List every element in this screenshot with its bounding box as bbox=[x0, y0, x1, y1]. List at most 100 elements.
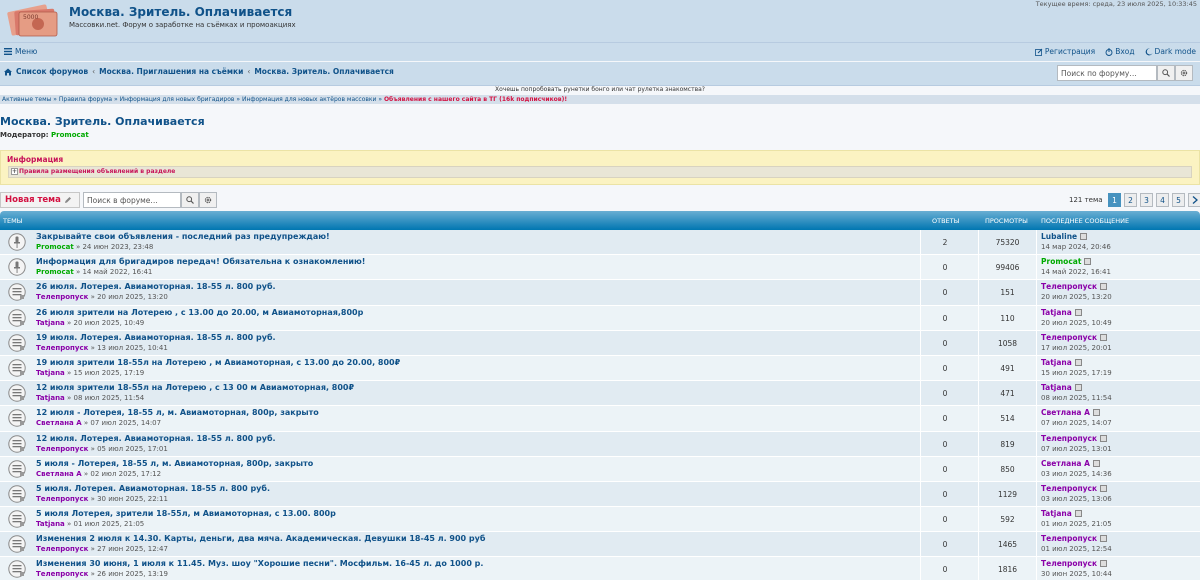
table-row[interactable]: 12 июля - Лотерея, 18-55 л, м. Авиамотор… bbox=[0, 406, 1200, 432]
topic-title[interactable]: 26 июля зрители на Лотерею , с 13.00 до … bbox=[36, 308, 363, 317]
topic-author[interactable]: Promocat bbox=[36, 243, 74, 251]
page-2[interactable]: 2 bbox=[1124, 193, 1137, 207]
breadcrumb-current[interactable]: Москва. Зритель. Оплачивается bbox=[254, 67, 394, 76]
page-title[interactable]: Москва. Зритель. Оплачивается bbox=[0, 115, 205, 128]
site-logo-icon[interactable]: 5000 bbox=[3, 2, 61, 40]
view-latest-post-icon[interactable] bbox=[1074, 358, 1082, 366]
quicklink-actor-info[interactable]: Информация для новых актёров массовки bbox=[242, 96, 377, 103]
table-row[interactable]: 26 июля зрители на Лотерею , с 13.00 до … bbox=[0, 305, 1200, 331]
table-row[interactable]: 5 июля Лотерея, зрители 18-55л, м Авиамо… bbox=[0, 507, 1200, 533]
view-latest-post-icon[interactable] bbox=[1074, 308, 1082, 316]
view-latest-post-icon[interactable] bbox=[1100, 333, 1108, 341]
topic-author[interactable]: Телепропуск bbox=[36, 545, 88, 553]
quicklink-telegram[interactable]: Объявления с нашего сайта в ТГ (16k подп… bbox=[384, 96, 567, 103]
last-post-author[interactable]: Светлана А bbox=[1041, 408, 1090, 417]
topic-title[interactable]: 26 июля. Лотерея. Авиамоторная. 18-55 л.… bbox=[36, 282, 276, 291]
forum-search-button[interactable] bbox=[181, 192, 199, 208]
last-post-author[interactable]: Телепропуск bbox=[1041, 434, 1097, 443]
quicklink-forum-rules[interactable]: Правила форума bbox=[59, 96, 112, 103]
last-post-author[interactable]: Lubaline bbox=[1041, 232, 1077, 241]
topic-title[interactable]: Изменения 30 июня, 1 июля к 11.45. Муз. … bbox=[36, 559, 483, 568]
page-4[interactable]: 4 bbox=[1156, 193, 1169, 207]
topic-title[interactable]: 12 июля - Лотерея, 18-55 л, м. Авиамотор… bbox=[36, 408, 319, 417]
topic-author[interactable]: Promocat bbox=[36, 268, 74, 276]
topic-read-icon[interactable] bbox=[8, 535, 26, 553]
topic-title[interactable]: 19 июля. Лотерея. Авиамоторная. 18-55 л.… bbox=[36, 333, 276, 342]
topic-read-icon[interactable] bbox=[8, 485, 26, 503]
topic-read-icon[interactable] bbox=[8, 384, 26, 402]
topic-author[interactable]: Tatjana bbox=[36, 394, 65, 402]
topic-title[interactable]: 5 июля. Лотерея. Авиамоторная. 18-55 л. … bbox=[36, 484, 270, 493]
table-row[interactable]: Информация для бригадиров передач! Обяза… bbox=[0, 255, 1200, 281]
last-post-author[interactable]: Tatjana bbox=[1041, 358, 1072, 367]
dark-mode-toggle[interactable]: Dark mode bbox=[1145, 47, 1196, 56]
topic-author[interactable]: Телепропуск bbox=[36, 445, 88, 453]
last-post-author[interactable]: Телепропуск bbox=[1041, 484, 1097, 493]
last-post-author[interactable]: Tatjana bbox=[1041, 308, 1072, 317]
view-latest-post-icon[interactable] bbox=[1080, 233, 1088, 240]
last-post-author[interactable]: Телепропуск bbox=[1041, 559, 1097, 568]
last-post-author[interactable]: Телепропуск bbox=[1041, 333, 1097, 342]
topic-read-icon[interactable] bbox=[8, 334, 26, 352]
topic-title[interactable]: 12 июля зрители 18-55л на Лотерею , с 13… bbox=[36, 383, 354, 392]
topic-title[interactable]: 12 июля. Лотерея. Авиамоторная. 18-55 л.… bbox=[36, 434, 276, 443]
table-row[interactable]: Изменения 2 июля к 14.30. Карты, деньги,… bbox=[0, 532, 1200, 558]
view-latest-post-icon[interactable] bbox=[1100, 484, 1108, 492]
topic-read-icon[interactable] bbox=[8, 560, 26, 579]
topic-author[interactable]: Телепропуск bbox=[36, 344, 88, 352]
page-3[interactable]: 3 bbox=[1140, 193, 1153, 207]
table-row[interactable]: Закрывайте свои объявления - последний р… bbox=[0, 230, 1200, 256]
topic-author[interactable]: Телепропуск bbox=[36, 570, 88, 578]
table-row[interactable]: 19 июля. Лотерея. Авиамоторная. 18-55 л.… bbox=[0, 330, 1200, 356]
site-search-input[interactable]: Поиск по форуму… bbox=[1057, 65, 1157, 81]
table-row[interactable]: 5 июля. Лотерея. Авиамоторная. 18-55 л. … bbox=[0, 481, 1200, 508]
topic-author[interactable]: Tatjana bbox=[36, 319, 65, 327]
sticky-topic-icon[interactable] bbox=[8, 233, 26, 251]
view-latest-post-icon[interactable] bbox=[1074, 510, 1082, 518]
forum-advanced-search-button[interactable] bbox=[199, 192, 217, 208]
sticky-topic-icon[interactable] bbox=[8, 258, 26, 276]
topic-read-icon[interactable] bbox=[8, 308, 26, 327]
table-row[interactable]: 19 июля зрители 18-55л на Лотерею , м Ав… bbox=[0, 355, 1200, 382]
page-1[interactable]: 1 bbox=[1108, 193, 1121, 207]
topic-author[interactable]: Телепропуск bbox=[36, 495, 88, 503]
table-row[interactable]: 12 июля зрители 18-55л на Лотерею , с 13… bbox=[0, 381, 1200, 407]
moderator-name[interactable]: Promocat bbox=[51, 131, 89, 139]
topic-read-icon[interactable] bbox=[8, 459, 26, 478]
last-post-author[interactable]: Promocat bbox=[1041, 257, 1081, 266]
last-post-author[interactable]: Tatjana bbox=[1041, 509, 1072, 518]
table-row[interactable]: 12 июля. Лотерея. Авиамоторная. 18-55 л.… bbox=[0, 431, 1200, 457]
site-search-button[interactable] bbox=[1157, 65, 1175, 81]
breadcrumb-invitations[interactable]: Москва. Приглашения на съёмки bbox=[99, 67, 243, 76]
topic-read-icon[interactable] bbox=[8, 409, 26, 428]
topic-author[interactable]: Телепропуск bbox=[36, 293, 88, 301]
table-row[interactable]: Изменения 30 июня, 1 июля к 11.45. Муз. … bbox=[0, 557, 1200, 580]
view-latest-post-icon[interactable] bbox=[1092, 409, 1100, 417]
login-link[interactable]: Вход bbox=[1105, 47, 1135, 56]
topic-read-icon[interactable] bbox=[8, 283, 26, 302]
topic-read-icon[interactable] bbox=[8, 510, 26, 528]
last-post-author[interactable]: Светлана А bbox=[1041, 459, 1090, 468]
view-latest-post-icon[interactable] bbox=[1084, 258, 1092, 266]
quicklink-active-topics[interactable]: Активные темы bbox=[2, 96, 51, 103]
forum-search-input[interactable]: Поиск в форуме… bbox=[83, 192, 181, 208]
breadcrumb-forum-index[interactable]: Список форумов bbox=[16, 67, 88, 76]
topic-title[interactable]: Изменения 2 июля к 14.30. Карты, деньги,… bbox=[36, 534, 485, 543]
topic-author[interactable]: Tatjana bbox=[36, 520, 65, 528]
advanced-search-button[interactable] bbox=[1175, 65, 1193, 81]
new-topic-button[interactable]: Новая тема bbox=[0, 192, 80, 208]
table-row[interactable]: 26 июля. Лотерея. Авиамоторная. 18-55 л.… bbox=[0, 280, 1200, 306]
topic-title[interactable]: Информация для бригадиров передач! Обяза… bbox=[36, 257, 365, 266]
page-5[interactable]: 5 bbox=[1172, 193, 1185, 207]
topic-read-icon[interactable] bbox=[8, 434, 26, 453]
last-post-author[interactable]: Tatjana bbox=[1041, 383, 1072, 392]
topic-read-icon[interactable] bbox=[8, 359, 26, 377]
last-post-author[interactable]: Телепропуск bbox=[1041, 282, 1097, 291]
topic-author[interactable]: Светлана А bbox=[36, 470, 82, 478]
site-title[interactable]: Москва. Зритель. Оплачивается bbox=[69, 5, 292, 19]
view-latest-post-icon[interactable] bbox=[1100, 283, 1108, 291]
topic-author[interactable]: Tatjana bbox=[36, 369, 65, 377]
topic-title[interactable]: 5 июля Лотерея, зрители 18-55л, м Авиамо… bbox=[36, 509, 336, 518]
register-link[interactable]: Регистрация bbox=[1034, 47, 1095, 56]
rules-spoiler[interactable]: + Правила размещения объявлений в раздел… bbox=[8, 166, 1192, 178]
